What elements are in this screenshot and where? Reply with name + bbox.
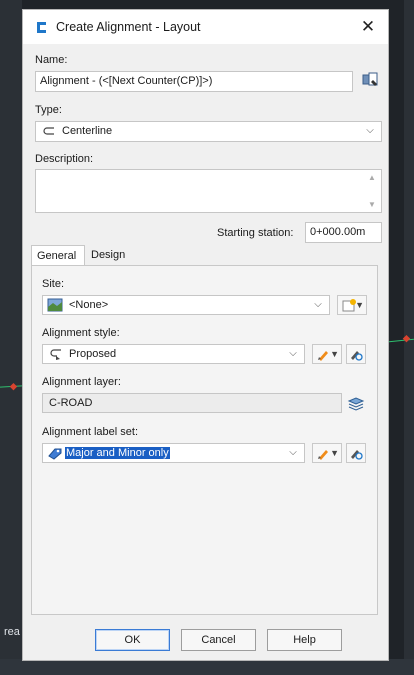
dropdown-arrow-icon: ▼: [330, 349, 339, 359]
label-set-selected-text: Major and Minor only: [65, 447, 170, 459]
name-label: Name:: [35, 54, 68, 66]
dialog-titlebar[interactable]: Create Alignment - Layout ✕: [23, 10, 388, 44]
name-templates-button[interactable]: [360, 71, 382, 92]
centerline-icon: [43, 127, 54, 135]
label-set-label: Alignment label set:: [42, 426, 138, 438]
type-select[interactable]: Centerline ⌵: [35, 121, 382, 142]
label-set-edit-split-button[interactable]: ▼: [312, 443, 342, 463]
label-set-value: Major and Minor only: [65, 444, 170, 462]
tab-general[interactable]: General: [31, 245, 85, 265]
style-edit-split-button[interactable]: ▼: [312, 344, 342, 364]
description-scrollbar[interactable]: ▲ ▼: [364, 170, 381, 212]
label-set-select[interactable]: Major and Minor only ⌵: [42, 443, 305, 463]
cancel-button[interactable]: Cancel: [181, 629, 256, 651]
description-textarea[interactable]: [35, 169, 382, 213]
type-value: Centerline: [62, 125, 113, 137]
starting-station-label: Starting station:: [217, 227, 294, 239]
scroll-down-icon[interactable]: ▼: [368, 200, 376, 209]
layers-icon: [347, 397, 365, 411]
alignment-layer-value: C-ROAD: [49, 397, 93, 409]
dialog-title: Create Alignment - Layout: [56, 20, 201, 34]
alignment-layer-field: C-ROAD: [42, 393, 342, 413]
site-select[interactable]: <None> ⌵: [42, 295, 330, 315]
ok-button[interactable]: OK: [95, 629, 170, 651]
background-command-text: rea: [4, 626, 20, 638]
create-site-button[interactable]: ▼: [337, 295, 367, 315]
background-canvas-left: [0, 0, 22, 675]
label-set-preview-button[interactable]: [346, 443, 366, 463]
alignment-layer-label: Alignment layer:: [42, 376, 121, 388]
label-set-icon: [48, 448, 62, 460]
name-template-icon: [362, 72, 378, 86]
alignment-style-value: Proposed: [69, 348, 117, 360]
scroll-up-icon[interactable]: ▲: [368, 173, 376, 182]
dropdown-arrow-icon: ▼: [355, 300, 364, 310]
chevron-down-icon: ⌵: [366, 125, 374, 136]
chevron-down-icon: ⌵: [314, 299, 322, 310]
layer-select-button[interactable]: [346, 393, 366, 413]
chevron-down-icon: ⌵: [289, 348, 297, 359]
alignment-style-select[interactable]: Proposed ⌵: [42, 344, 305, 364]
close-icon[interactable]: ✕: [358, 17, 378, 37]
help-button[interactable]: Help: [267, 629, 342, 651]
background-marker: ◆: [403, 333, 410, 343]
magnify-style-icon: [351, 351, 363, 361]
site-label: Site:: [42, 278, 65, 290]
magnify-label-set-icon: [351, 450, 363, 460]
create-alignment-dialog: Create Alignment - Layout ✕ Name: Alignm…: [22, 9, 389, 661]
alignment-style-icon: [50, 349, 61, 360]
background-status-bar: [0, 659, 414, 675]
starting-station-input[interactable]: 0+000.00m: [305, 222, 382, 243]
tab-design-criteria[interactable]: Design Criteria: [86, 245, 168, 281]
description-label: Description:: [35, 153, 94, 165]
name-input[interactable]: Alignment - (<[Next Counter(CP)]>): [35, 71, 353, 92]
civil3d-app-icon: [37, 22, 46, 33]
dropdown-arrow-icon: ▼: [330, 448, 339, 458]
general-tab-panel: Site: <None> ⌵ ▼ Alignment style: Propos…: [31, 265, 378, 615]
type-label: Type:: [35, 104, 62, 116]
site-icon: [47, 298, 63, 312]
alignment-style-label: Alignment style:: [42, 327, 120, 339]
style-preview-button[interactable]: [346, 344, 366, 364]
background-marker: ◆: [10, 381, 17, 391]
chevron-down-icon: ⌵: [289, 447, 297, 458]
site-value: <None>: [69, 299, 109, 311]
